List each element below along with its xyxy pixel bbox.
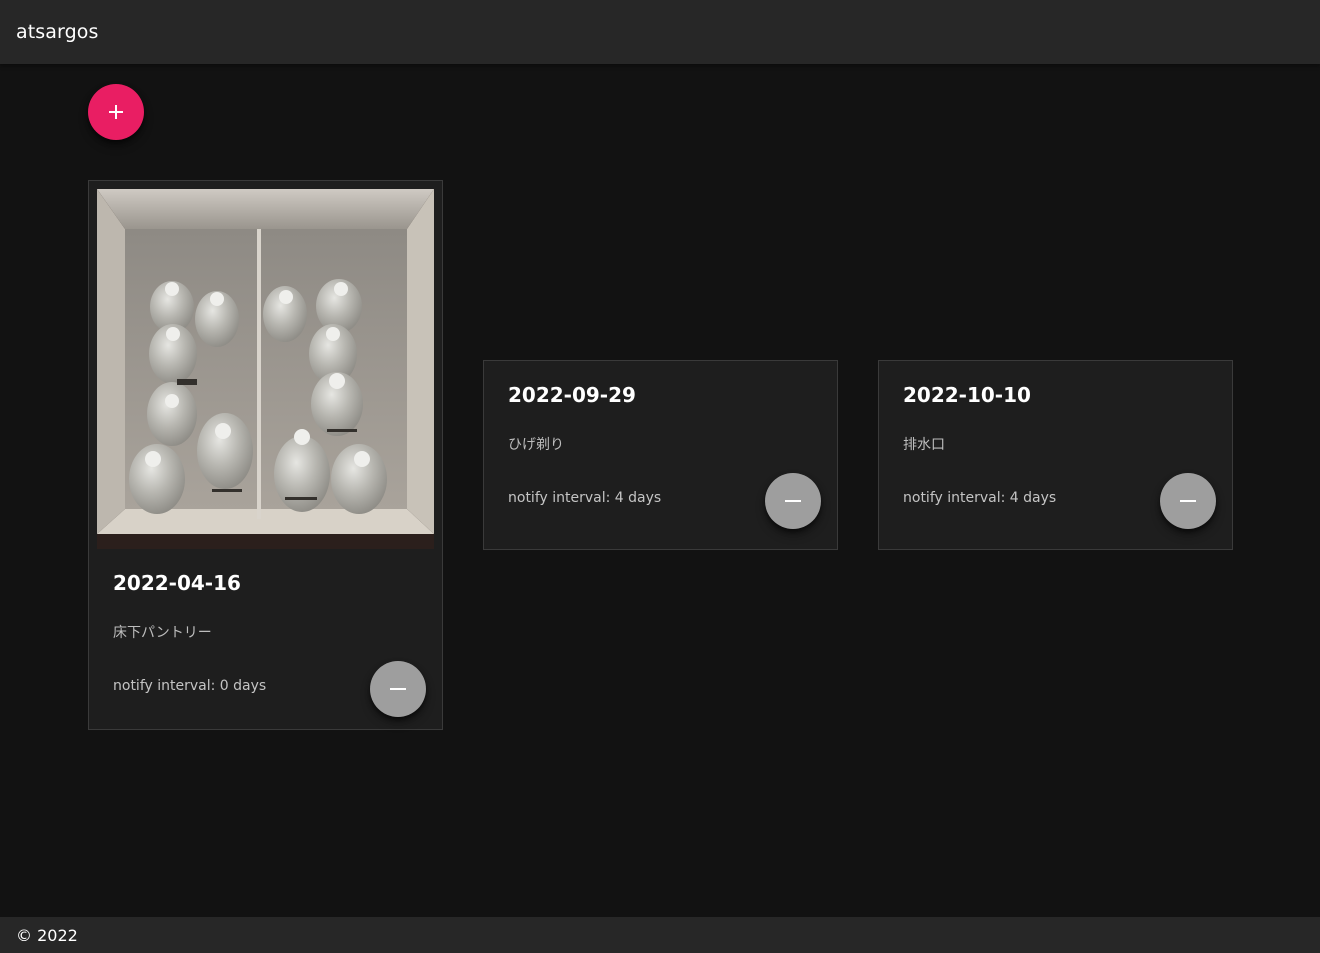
footer: © 2022 — [0, 917, 1320, 953]
item-card: 2022-10-10 排水口 notify interval: 4 days — [878, 360, 1233, 550]
minus-icon — [1180, 500, 1196, 502]
item-name: 床下パントリー — [113, 625, 212, 641]
item-name: ひげ剃り — [508, 437, 564, 453]
minus-icon — [390, 688, 406, 690]
app-bar: atsargos — [0, 0, 1320, 64]
remove-item-button[interactable] — [1160, 473, 1216, 529]
plus-icon — [109, 105, 123, 119]
item-date: 2022-10-10 — [903, 383, 1031, 407]
item-date: 2022-09-29 — [508, 383, 636, 407]
storage-box-photo — [97, 189, 434, 549]
item-photo — [97, 189, 434, 549]
app-title: atsargos — [16, 21, 99, 43]
item-notify-interval: notify interval: 4 days — [508, 490, 662, 506]
item-notify-interval: notify interval: 4 days — [903, 490, 1057, 506]
minus-icon — [785, 500, 801, 502]
remove-item-button[interactable] — [370, 661, 426, 717]
item-notify-interval: notify interval: 0 days — [113, 678, 267, 694]
item-date: 2022-04-16 — [113, 571, 241, 595]
add-item-button[interactable] — [88, 84, 144, 140]
item-name: 排水口 — [903, 437, 945, 453]
item-card: 2022-04-16 床下パントリー notify interval: 0 da… — [88, 180, 443, 730]
item-card: 2022-09-29 ひげ剃り notify interval: 4 days — [483, 360, 838, 550]
remove-item-button[interactable] — [765, 473, 821, 529]
copyright-text: © 2022 — [16, 925, 78, 945]
